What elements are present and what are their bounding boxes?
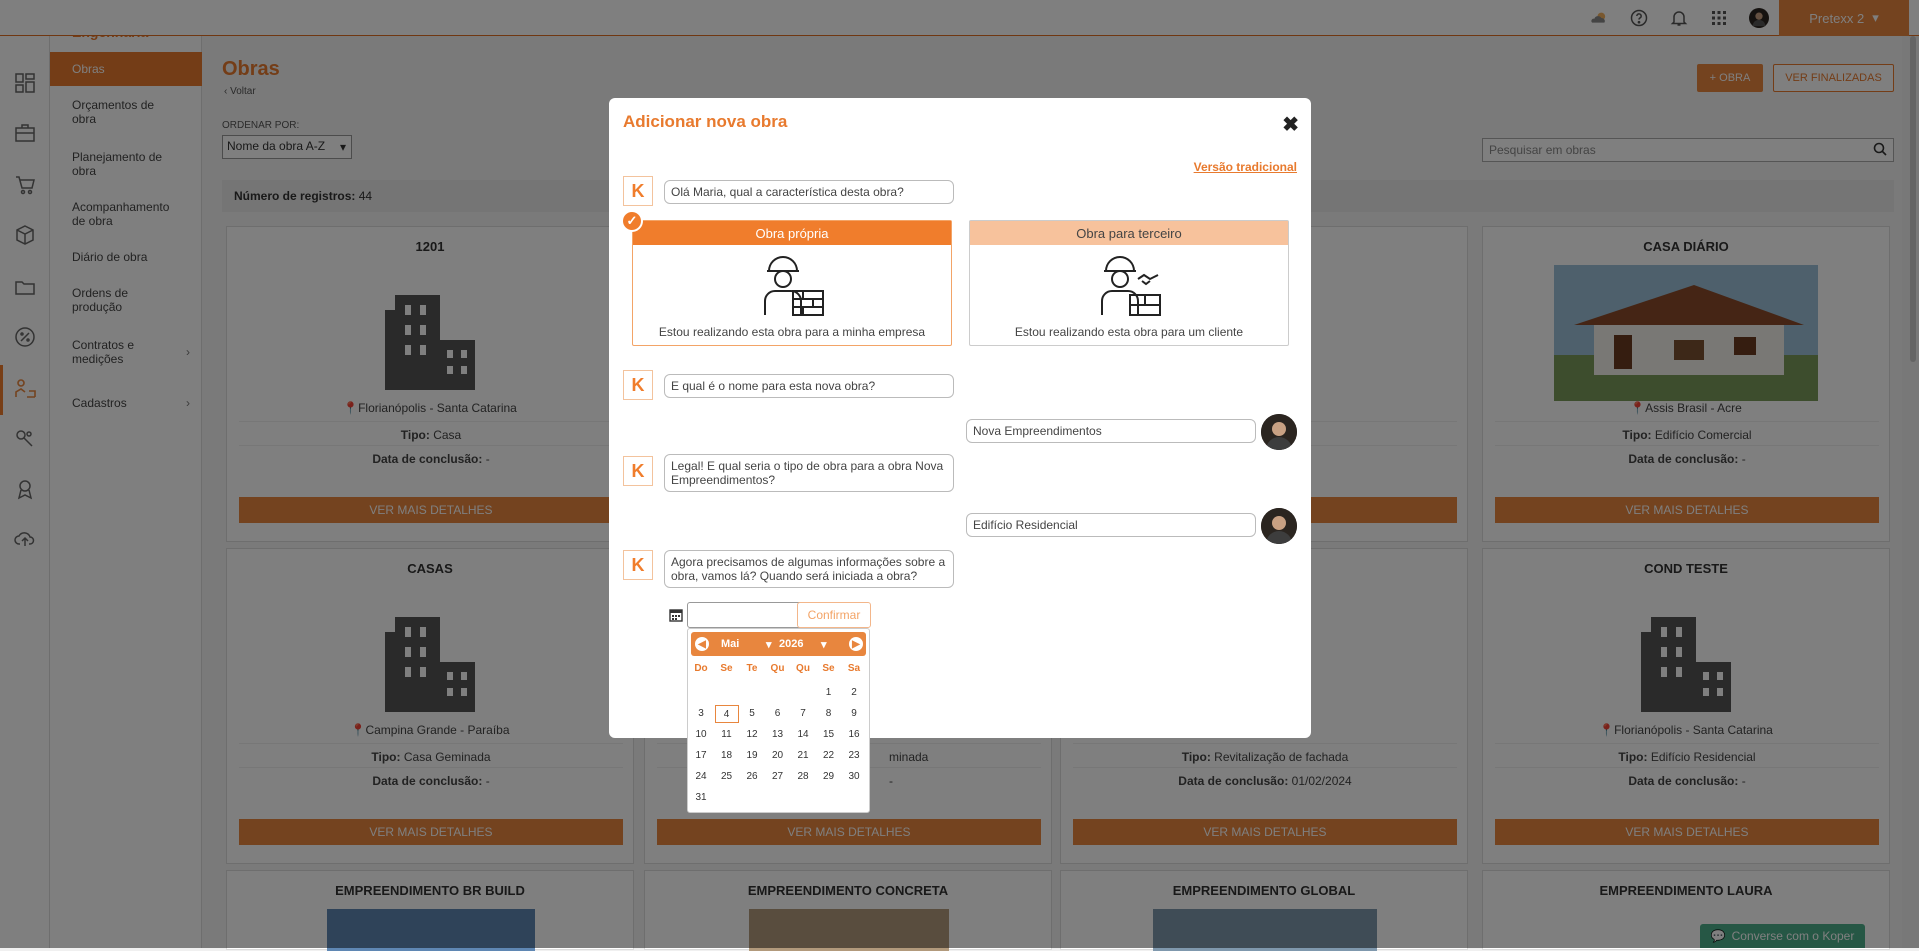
koper-logo-icon: K [623,456,653,486]
calendar-day[interactable]: 29 [817,768,841,786]
month-select[interactable]: Mai [721,638,739,650]
calendar-day[interactable]: 22 [817,747,841,765]
calendar-day[interactable]: 1 [817,684,841,702]
check-icon: ✓ [621,210,643,232]
bot-message: Legal! E qual seria o tipo de obra para … [664,454,954,492]
calendar-day[interactable]: 11 [715,726,739,744]
calendar-day[interactable]: 21 [791,747,815,765]
weekday-label: Do [694,663,708,674]
user-answer: Edifício Residencial [966,513,1256,537]
close-icon[interactable]: ✖ [1282,112,1299,137]
confirm-button[interactable]: Confirmar [797,602,871,628]
koper-logo-icon: K [623,550,653,580]
calendar-day[interactable]: 31 [689,789,713,807]
calendar-day[interactable]: 15 [817,726,841,744]
calendar-day[interactable]: 6 [766,705,790,723]
calendar-day[interactable]: 28 [791,768,815,786]
option-obra-propria[interactable]: Obra própria Estou realizando esta obra … [632,220,952,346]
weekday-label: Qu [770,663,785,674]
option-description: Estou realizando esta obra para a minha … [658,325,926,339]
calendar-day[interactable]: 23 [842,747,866,765]
builder-handshake-icon [1094,249,1164,319]
calendar-day[interactable]: 10 [689,726,713,744]
calendar-day[interactable]: 5 [740,705,764,723]
calendar-day[interactable]: 20 [766,747,790,765]
weekday-label: Se [720,663,733,674]
bot-message: Olá Maria, qual a característica desta o… [664,180,954,204]
builder-bricks-icon [757,249,827,319]
calendar-day[interactable]: 27 [766,768,790,786]
calendar-day[interactable]: 3 [689,705,713,723]
weekday-label: Te [746,663,758,674]
option-obra-terceiro[interactable]: Obra para terceiro Estou realizando esta… [969,220,1289,346]
calendar-day[interactable]: 25 [715,768,739,786]
year-select[interactable]: 2026 [779,638,803,650]
bot-message: Agora precisamos de algumas informações … [664,550,954,588]
calendar-day[interactable]: 2 [842,684,866,702]
calendar-day[interactable]: 13 [766,726,790,744]
calendar-day[interactable]: 8 [817,705,841,723]
user-answer: Nova Empreendimentos [966,419,1256,443]
calendar-day[interactable]: 16 [842,726,866,744]
calendar-day[interactable]: 30 [842,768,866,786]
weekday-label: Se [822,663,835,674]
user-avatar [1261,508,1297,544]
koper-logo-icon: K [623,370,653,400]
calendar-icon[interactable] [665,602,687,628]
calendar-day[interactable]: 7 [791,705,815,723]
option-title: Obra própria [633,221,951,245]
option-title: Obra para terceiro [970,221,1288,245]
year-caret-icon[interactable]: ▾ [821,638,827,651]
next-month-icon[interactable]: ▶ [849,637,863,651]
calendar-day[interactable]: 17 [689,747,713,765]
calendar-day[interactable]: 24 [689,768,713,786]
month-caret-icon[interactable]: ▾ [766,638,772,651]
option-description: Estou realizando esta obra para um clien… [1014,325,1244,339]
weekday-label: Sa [847,663,861,674]
weekday-label: Qu [796,663,810,674]
datepicker: ◀ Mai ▾ 2026 ▾ ▶ Do Se Te Qu Qu Se Sa 1 2 3 4 5 6 7 8 9… [687,628,870,813]
calendar-day[interactable]: 9 [842,705,866,723]
traditional-version-link[interactable]: Versão tradicional [1194,160,1297,174]
calendar-day[interactable]: 19 [740,747,764,765]
user-avatar [1261,414,1297,450]
prev-month-icon[interactable]: ◀ [695,637,709,651]
bot-message: E qual é o nome para esta nova obra? [664,374,954,398]
calendar-day[interactable]: 18 [715,747,739,765]
koper-logo-icon: K [623,176,653,206]
datepicker-header: ◀ Mai ▾ 2026 ▾ ▶ [691,632,866,656]
modal-title: Adicionar nova obra [623,112,788,131]
start-date-input[interactable] [687,602,805,628]
calendar-day[interactable]: 4 [714,705,739,723]
calendar-day[interactable]: 26 [740,768,764,786]
calendar-day[interactable]: 12 [740,726,764,744]
calendar-day[interactable]: 14 [791,726,815,744]
